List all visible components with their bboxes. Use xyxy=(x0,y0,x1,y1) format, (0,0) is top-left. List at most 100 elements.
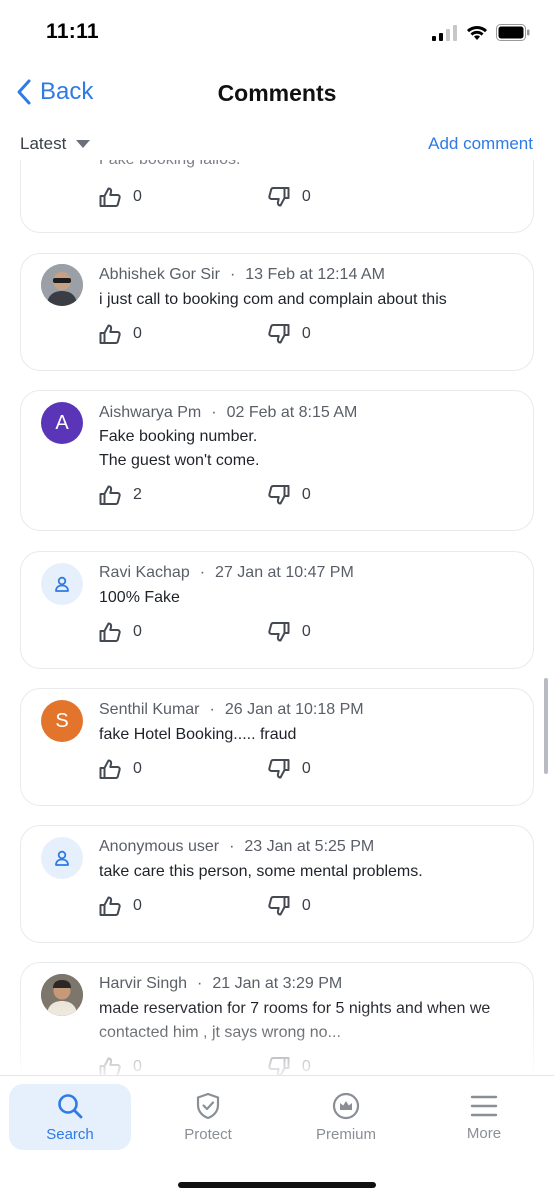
comment-actions: 0 0 xyxy=(99,896,311,916)
like-button[interactable]: 0 xyxy=(99,759,142,779)
thumbs-down-icon xyxy=(268,896,290,916)
add-comment-button[interactable]: Add comment xyxy=(428,134,533,154)
navigation-bar: Back Comments xyxy=(0,72,554,120)
comment-card: Anonymous user · 23 Jan at 5:25 PM take ca… xyxy=(20,825,534,943)
status-time: 11:11 xyxy=(46,20,99,43)
user-placeholder-icon xyxy=(55,850,69,866)
like-count: 0 xyxy=(133,325,142,342)
dislike-count: 0 xyxy=(301,623,311,640)
comment-meta: Senthil Kumar · 26 Jan at 10:18 PM xyxy=(99,701,364,718)
thumbs-up-icon xyxy=(99,485,121,505)
tab-bar: Search Protect Premium More xyxy=(0,1075,554,1200)
comment-card: S Senthil Kumar · 26 Jan at 10:18 PM fake … xyxy=(20,688,534,806)
like-count: 0 xyxy=(133,188,142,205)
battery-icon xyxy=(496,24,530,41)
thumbs-up-icon xyxy=(99,759,121,779)
comment-text: 100% Fake xyxy=(99,589,180,606)
avatar xyxy=(41,974,83,1016)
scrollbar[interactable] xyxy=(544,678,548,774)
user-photo xyxy=(41,264,83,306)
comment-meta: Ravi Kachap · 27 Jan at 10:47 PM xyxy=(99,564,354,581)
comment-actions: 0 0 xyxy=(99,622,311,642)
sort-dropdown[interactable]: Latest xyxy=(20,134,91,154)
dislike-button[interactable]: 0 xyxy=(268,622,311,642)
dislike-button[interactable]: 0 xyxy=(268,187,311,207)
comment-text: Fake booking number. The guest won't com… xyxy=(99,428,260,469)
status-bar: 11:11 xyxy=(0,0,554,66)
comment-date: 23 Jan at 5:25 PM xyxy=(244,838,375,855)
comment-date: 13 Feb at 12:14 AM xyxy=(245,266,385,283)
author-name: Aishwarya Pm xyxy=(99,404,202,421)
comment-meta: Anonymous user · 23 Jan at 5:25 PM xyxy=(99,838,375,855)
comment-card: Fake booking lallos. 0 0 xyxy=(20,160,534,233)
comment-meta: Aishwarya Pm · 02 Feb at 8:15 AM xyxy=(99,404,358,421)
author-name: Harvir Singh xyxy=(99,975,188,992)
comment-card: Abhishek Gor Sir · 13 Feb at 12:14 AM i ju… xyxy=(20,253,534,371)
dislike-count: 0 xyxy=(301,760,311,777)
like-button[interactable]: 2 xyxy=(99,485,142,505)
comment-text: fake Hotel Booking..... fraud xyxy=(99,726,297,743)
comment-card: A Aishwarya Pm · 02 Feb at 8:15 AM Fake bo… xyxy=(20,390,534,531)
comment-date: 02 Feb at 8:15 AM xyxy=(226,404,358,421)
like-count: 0 xyxy=(133,623,142,640)
comment-text: take care this person, some mental probl… xyxy=(99,863,423,880)
thumbs-down-icon xyxy=(268,485,290,505)
dislike-count: 0 xyxy=(301,1058,311,1075)
search-icon xyxy=(58,1093,83,1118)
dislike-button[interactable]: 0 xyxy=(268,896,311,916)
sort-label: Latest xyxy=(20,134,67,153)
like-button[interactable]: 0 xyxy=(99,1057,142,1075)
author-name: Anonymous user xyxy=(99,838,220,855)
like-count: 0 xyxy=(133,897,142,914)
comment-text: i just call to booking com and complain … xyxy=(99,291,447,308)
home-indicator xyxy=(178,1182,376,1188)
like-count: 0 xyxy=(133,1058,142,1075)
wifi-icon xyxy=(467,25,487,40)
like-button[interactable]: 0 xyxy=(99,324,142,344)
author-name: Ravi Kachap xyxy=(99,564,190,581)
dislike-count: 0 xyxy=(301,897,311,914)
comment-card: Ravi Kachap · 27 Jan at 10:47 PM 100% Fake… xyxy=(20,551,534,669)
dislike-button[interactable]: 0 xyxy=(268,324,311,344)
thumbs-down-icon xyxy=(268,187,290,207)
caret-down-icon xyxy=(76,140,91,148)
comment-actions: 0 0 xyxy=(99,187,311,207)
avatar-letter: S xyxy=(41,700,83,742)
user-photo xyxy=(41,974,83,1016)
like-button[interactable]: 0 xyxy=(99,622,142,642)
dislike-count: 0 xyxy=(301,486,311,503)
thumbs-up-icon xyxy=(99,187,121,207)
avatar xyxy=(41,837,83,879)
tab-label: Search xyxy=(46,1125,94,1143)
status-icons xyxy=(432,24,530,41)
sort-bar: Latest Add comment xyxy=(0,128,554,160)
tab-search[interactable]: Search xyxy=(9,1084,131,1150)
thumbs-down-icon xyxy=(268,622,290,642)
thumbs-down-icon xyxy=(268,324,290,344)
cellular-signal-icon xyxy=(432,24,457,41)
comment-actions: 0 0 xyxy=(99,759,311,779)
shield-icon xyxy=(196,1092,220,1119)
avatar-letter: A xyxy=(41,402,83,444)
tab-label: Protect xyxy=(184,1125,232,1143)
comment-date: 26 Jan at 10:18 PM xyxy=(224,701,364,718)
tab-more[interactable]: More xyxy=(423,1084,545,1150)
avatar xyxy=(41,563,83,605)
page-title: Comments xyxy=(217,80,337,106)
dislike-count: 0 xyxy=(301,188,311,205)
comment-date: 27 Jan at 10:47 PM xyxy=(215,564,354,581)
thumbs-up-icon xyxy=(99,896,121,916)
thumbs-up-icon xyxy=(99,1057,121,1075)
dislike-button[interactable]: 0 xyxy=(268,485,311,505)
crown-icon xyxy=(332,1092,360,1119)
dislike-button[interactable]: 0 xyxy=(268,759,311,779)
tab-label: More xyxy=(466,1124,502,1142)
like-button[interactable]: 0 xyxy=(99,187,142,207)
dislike-button[interactable]: 0 xyxy=(268,1057,311,1075)
like-button[interactable]: 0 xyxy=(99,896,142,916)
comments-feed[interactable]: Fake booking lallos. 0 0 Abhishek Gor Si… xyxy=(0,160,554,1075)
tab-protect[interactable]: Protect xyxy=(147,1084,269,1150)
tab-premium[interactable]: Premium xyxy=(285,1084,407,1150)
comment-meta: Harvir Singh · 21 Jan at 3:29 PM xyxy=(99,975,343,992)
comment-actions: 0 0 xyxy=(99,1057,311,1075)
